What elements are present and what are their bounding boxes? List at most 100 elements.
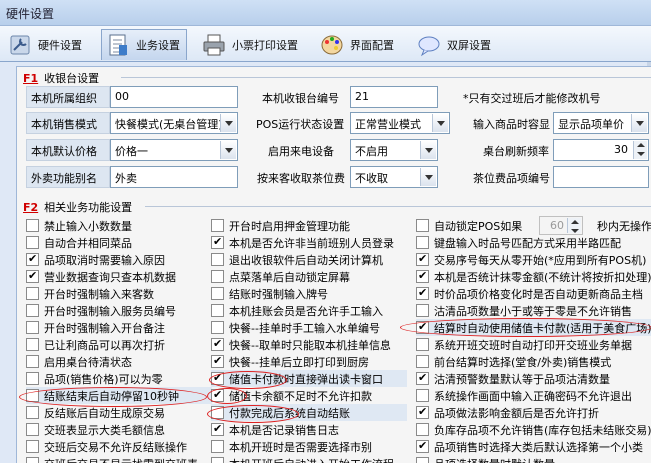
stepper-arrows-icon[interactable]	[567, 218, 581, 233]
tab-receipt-print[interactable]: 小票打印设置	[198, 29, 304, 60]
caller-select[interactable]: 不启用	[350, 139, 438, 161]
setting-checkbox[interactable]: 时价品项价格变化时是否自动更新商品主档	[416, 285, 651, 302]
checkbox-unchecked-icon[interactable]	[211, 321, 224, 334]
tea-fee-select[interactable]: 不收取	[350, 166, 438, 188]
setting-checkbox[interactable]: 快餐--挂单后立即打印到厨房	[211, 353, 407, 370]
checkbox-unchecked-icon[interactable]	[26, 372, 39, 385]
org-input[interactable]: 00	[110, 86, 238, 108]
setting-checkbox[interactable]: 本机是否记录销售日志	[211, 421, 407, 438]
checkbox-checked-icon[interactable]	[26, 269, 39, 283]
checkbox-unchecked-icon[interactable]	[211, 287, 224, 300]
refresh-stepper[interactable]: 30	[553, 139, 649, 161]
checkbox-unchecked-icon[interactable]	[26, 321, 39, 334]
checkbox-unchecked-icon[interactable]	[416, 423, 429, 436]
setting-checkbox[interactable]: 本机是否允许非当前班别人员登录	[211, 234, 407, 251]
checkbox-unchecked-icon[interactable]	[26, 304, 39, 317]
auto-lock-seconds-stepper[interactable]: 60	[539, 216, 583, 235]
setting-checkbox[interactable]: 负库存品项不允许销售(库存包括未结账交易)	[416, 421, 651, 438]
price-select[interactable]: 价格一	[110, 139, 238, 161]
checkbox-checked-icon[interactable]	[211, 371, 224, 385]
setting-checkbox[interactable]: 退出收银软件后自动关闭计算机	[211, 251, 407, 268]
setting-checkbox[interactable]: 本机是否统计抹零金额(不统计将按折扣处理)	[416, 268, 651, 285]
tab-business[interactable]: 业务设置	[101, 29, 187, 60]
checkbox-unchecked-icon[interactable]	[211, 406, 224, 419]
checkbox-checked-icon[interactable]	[416, 252, 429, 266]
setting-checkbox[interactable]: 快餐--挂单时手工输入水单编号	[211, 319, 407, 336]
setting-checkbox[interactable]: 交班后交易不允许反结账操作	[26, 438, 212, 455]
checkbox-unchecked-icon[interactable]	[26, 457, 39, 463]
checkbox-unchecked-icon[interactable]	[211, 304, 224, 317]
checkbox-checked-icon[interactable]	[211, 422, 224, 436]
checkbox-unchecked-icon[interactable]	[26, 389, 39, 402]
checkbox-unchecked-icon[interactable]	[26, 440, 39, 453]
setting-checkbox[interactable]: 启用桌台待清状态	[26, 353, 212, 370]
checkbox-unchecked-icon[interactable]	[26, 219, 39, 232]
setting-checkbox[interactable]: 快餐--取单时只能取本机挂单信息	[211, 336, 407, 353]
setting-checkbox[interactable]: 结账时强制输入牌号	[211, 285, 407, 302]
checkbox-checked-icon[interactable]	[211, 354, 224, 368]
checkbox-unchecked-icon[interactable]	[416, 304, 429, 317]
checkbox-unchecked-icon[interactable]	[416, 457, 429, 463]
checkbox-checked-icon[interactable]	[416, 269, 429, 283]
checkbox-unchecked-icon[interactable]	[26, 287, 39, 300]
checkbox-unchecked-icon[interactable]	[26, 406, 39, 419]
chevron-down-icon[interactable]	[420, 168, 436, 186]
setting-checkbox[interactable]: 品项取消时需要输入原因	[26, 251, 212, 268]
setting-checkbox[interactable]: 付款完成后系统自动结账	[211, 404, 407, 421]
checkbox-unchecked-icon[interactable]	[416, 389, 429, 402]
setting-checkbox[interactable]: 储值卡付款时直接弹出读卡窗口	[211, 370, 407, 387]
checkbox-checked-icon[interactable]	[211, 388, 224, 402]
checkbox-unchecked-icon[interactable]	[211, 219, 224, 232]
setting-checkbox[interactable]: 反结账后自动生成原交易	[26, 404, 212, 421]
checkbox-unchecked-icon[interactable]	[211, 440, 224, 453]
setting-checkbox[interactable]: 结账结束后自动停留10秒钟	[26, 387, 212, 404]
checkbox-unchecked-icon[interactable]	[26, 236, 39, 249]
setting-checkbox[interactable]: 交易序号每天从零开始(*应用到所有POS机)	[416, 251, 651, 268]
setting-checkbox[interactable]: 禁止输入小数数量	[26, 217, 212, 234]
checkbox-checked-icon[interactable]	[416, 439, 429, 453]
checkbox-unchecked-icon[interactable]	[416, 338, 429, 351]
setting-checkbox[interactable]: 沽清预警数量默认等于品项沽清数量	[416, 370, 651, 387]
chevron-down-icon[interactable]	[420, 141, 436, 159]
setting-checkbox[interactable]: 系统开班交班时自动打印开交班业务单据	[416, 336, 651, 353]
checkbox-unchecked-icon[interactable]	[211, 457, 224, 463]
tab-ui-config[interactable]: 界面配置	[316, 29, 400, 60]
pos-state-select[interactable]: 正常营业模式	[350, 112, 450, 134]
checkbox-checked-icon[interactable]	[211, 235, 224, 249]
chevron-down-icon[interactable]	[631, 114, 647, 132]
checkbox-checked-icon[interactable]	[416, 286, 429, 300]
setting-checkbox[interactable]: 营业数据查询只查本机数据	[26, 268, 212, 285]
checkbox-unchecked-icon[interactable]	[211, 270, 224, 283]
chevron-down-icon[interactable]	[220, 141, 236, 159]
setting-checkbox[interactable]: 已让利商品可以再次打折	[26, 336, 212, 353]
checkbox-checked-icon[interactable]	[211, 337, 224, 351]
checkbox-unchecked-icon[interactable]	[416, 219, 429, 232]
checkbox-unchecked-icon[interactable]	[26, 355, 39, 368]
setting-checkbox[interactable]: 本机开班后自动进入开始工作流程	[211, 455, 407, 463]
checkbox-unchecked-icon[interactable]	[26, 423, 39, 436]
checkbox-checked-icon[interactable]	[26, 252, 39, 266]
pos-no-input[interactable]: 21	[350, 86, 438, 108]
sale-mode-select[interactable]: 快餐模式(无桌台管理)	[110, 112, 238, 134]
checkbox-unchecked-icon[interactable]	[416, 236, 429, 249]
setting-checkbox[interactable]: 点菜落单后自动锁定屏幕	[211, 268, 407, 285]
setting-checkbox[interactable]: 沽清品项数量小于或等于零是不允许销售	[416, 302, 651, 319]
checkbox-unchecked-icon[interactable]	[211, 253, 224, 266]
checkbox-unchecked-icon[interactable]	[416, 355, 429, 368]
tab-dual-screen[interactable]: 双屏设置	[413, 29, 497, 60]
checkbox-checked-icon[interactable]	[416, 320, 429, 334]
takeout-input[interactable]: 外卖	[110, 166, 238, 188]
chevron-down-icon[interactable]	[220, 114, 236, 132]
setting-checkbox[interactable]: 储值卡余额不足时不允许扣款	[211, 387, 407, 404]
chevron-down-icon[interactable]	[432, 114, 448, 132]
setting-checkbox[interactable]: 交班后交易不显示找零到交班表	[26, 455, 212, 463]
checkbox-unchecked-icon[interactable]	[26, 338, 39, 351]
setting-checkbox[interactable]: 开台时强制输入来客数	[26, 285, 212, 302]
setting-checkbox[interactable]: 品项(销售价格)可以为零	[26, 370, 212, 387]
setting-checkbox[interactable]: 品项做法影响金额后是否允许打折	[416, 404, 651, 421]
setting-checkbox[interactable]: 本机开班时是否需要选择市别	[211, 438, 407, 455]
setting-checkbox[interactable]: 品项销售时选择大类后默认选择第一个小类	[416, 438, 651, 455]
setting-checkbox[interactable]: 品项选择数量时默认数量	[416, 455, 651, 463]
setting-checkbox[interactable]: 自动合并相同菜品	[26, 234, 212, 251]
setting-checkbox[interactable]: 开台时强制输入开台备注	[26, 319, 212, 336]
